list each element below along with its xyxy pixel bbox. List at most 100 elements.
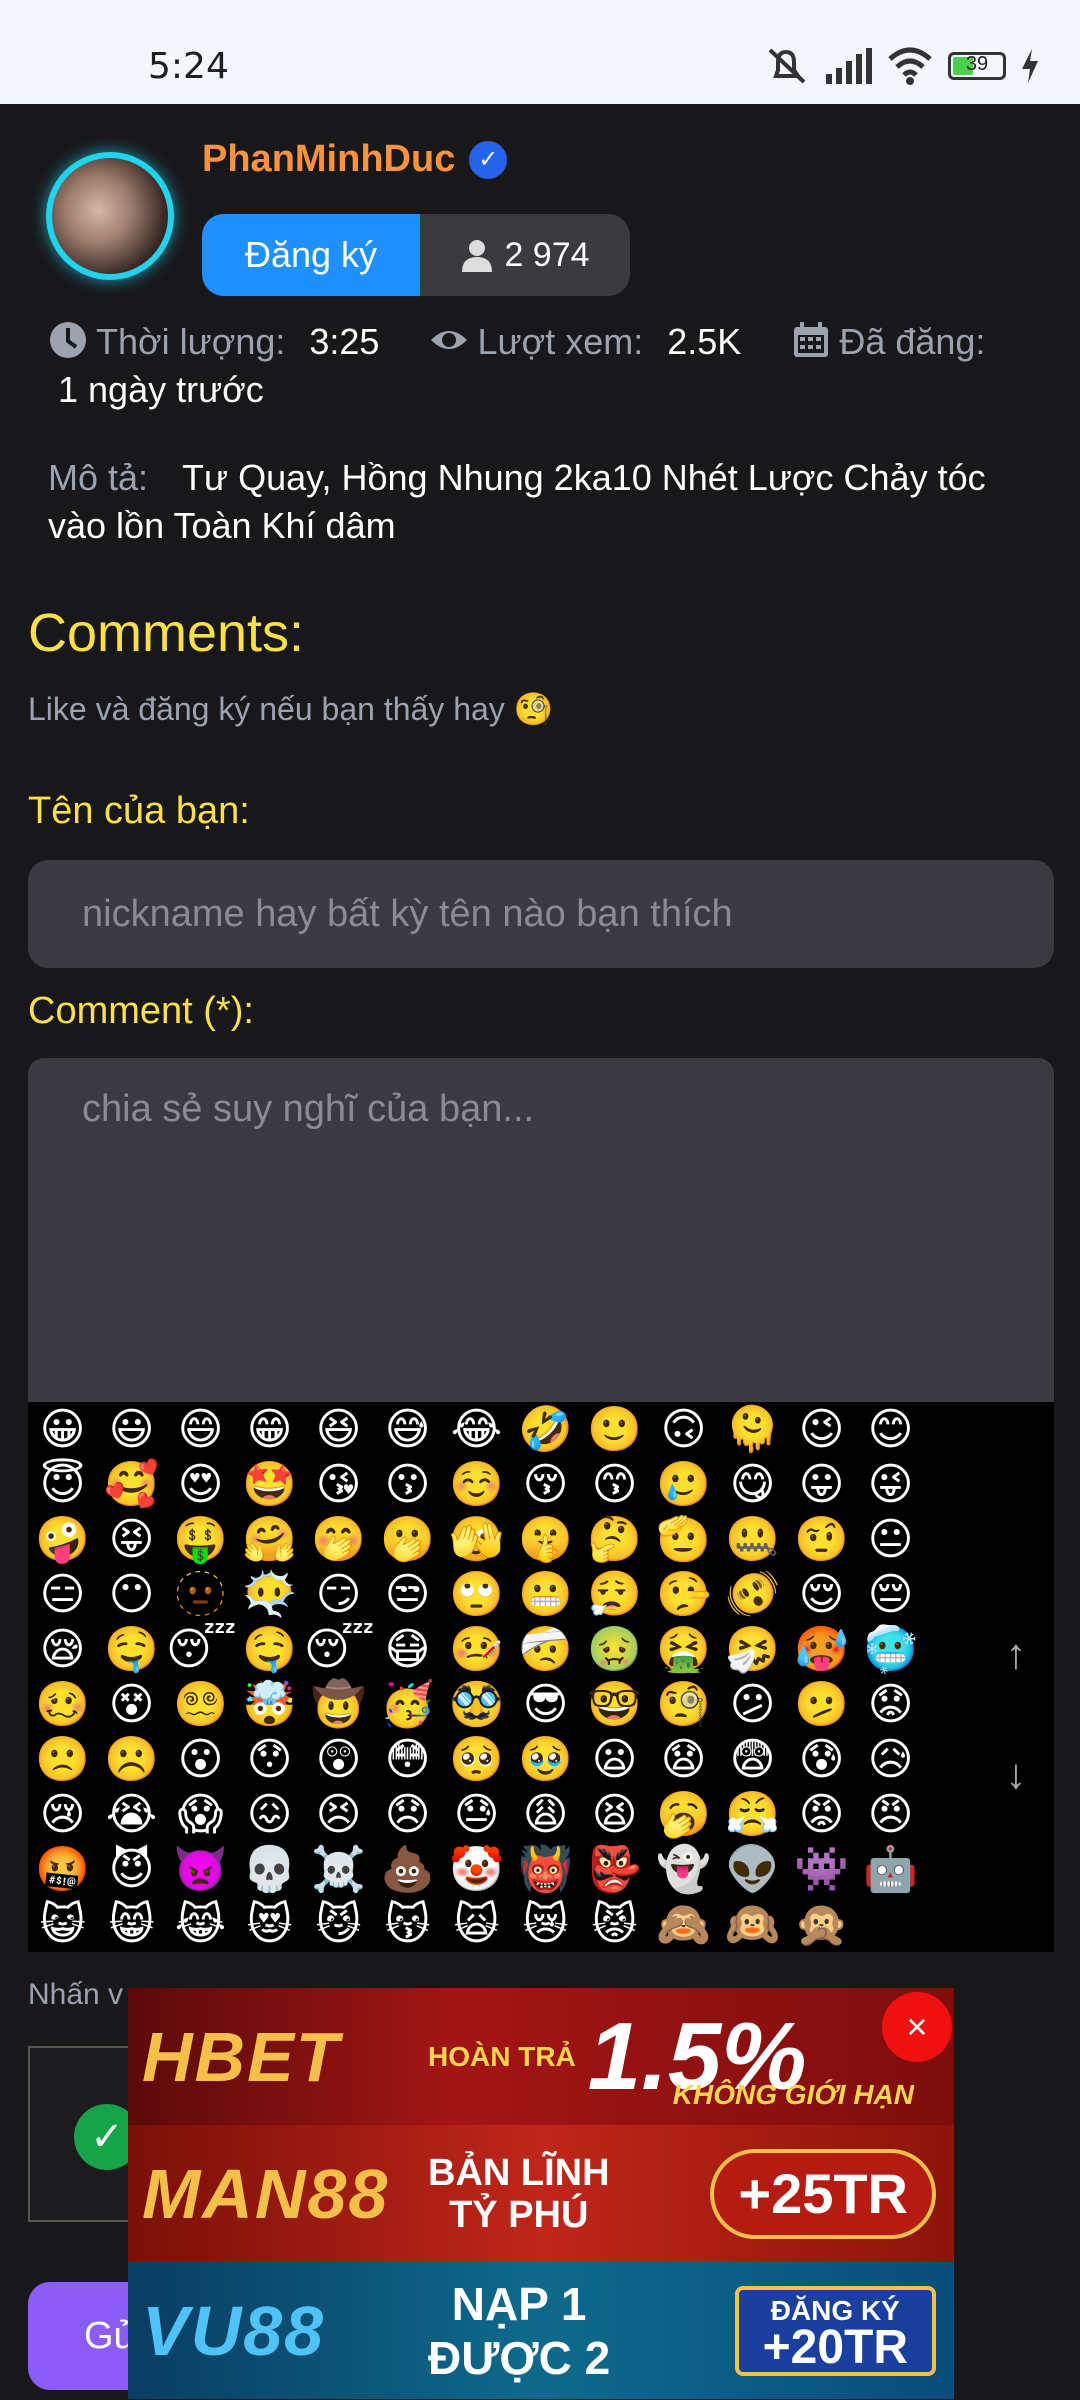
emoji-item[interactable]: 🥳 bbox=[373, 1677, 442, 1732]
emoji-item[interactable]: 😴 bbox=[166, 1622, 237, 1677]
emoji-item[interactable]: 😄 bbox=[166, 1402, 235, 1457]
ad-man88[interactable]: MAN88 BẢN LĨNH TỶ PHÚ +25TR bbox=[128, 2125, 954, 2262]
emoji-item[interactable]: 🤬 bbox=[28, 1842, 97, 1897]
emoji-item[interactable]: 😢 bbox=[28, 1787, 97, 1842]
emoji-item[interactable]: 😎 bbox=[511, 1677, 580, 1732]
emoji-item[interactable]: 🥰 bbox=[97, 1457, 166, 1512]
emoji-item[interactable]: 🙂 bbox=[580, 1402, 649, 1457]
channel-avatar[interactable] bbox=[46, 152, 174, 280]
emoji-item[interactable]: 🤭 bbox=[304, 1512, 373, 1567]
emoji-item[interactable]: 😘 bbox=[304, 1457, 373, 1512]
emoji-item[interactable]: 🤤 bbox=[97, 1622, 166, 1677]
emoji-item[interactable]: 😜 bbox=[856, 1457, 925, 1512]
close-ad-button[interactable]: × bbox=[882, 1992, 952, 2062]
emoji-item[interactable]: 😏 bbox=[304, 1567, 373, 1622]
emoji-item[interactable]: 😕 bbox=[718, 1677, 787, 1732]
emoji-item[interactable]: 😥 bbox=[856, 1732, 925, 1787]
emoji-item[interactable]: 🤐 bbox=[718, 1512, 787, 1567]
emoji-item[interactable]: 😸 bbox=[97, 1897, 166, 1952]
emoji-item[interactable]: 🤮 bbox=[649, 1622, 718, 1677]
emoji-item[interactable]: 😖 bbox=[235, 1787, 304, 1842]
emoji-item[interactable]: 😞 bbox=[373, 1787, 442, 1842]
emoji-item[interactable]: 🥱 bbox=[649, 1787, 718, 1842]
emoji-item[interactable]: 🤪 bbox=[28, 1512, 97, 1567]
channel-name-text[interactable]: PhanMinhDuc bbox=[202, 138, 455, 181]
emoji-item[interactable]: 😾 bbox=[580, 1897, 649, 1952]
emoji-item[interactable]: 🤣 bbox=[511, 1402, 580, 1457]
emoji-item[interactable]: 😫 bbox=[580, 1787, 649, 1842]
emoji-item[interactable]: 🥹 bbox=[511, 1732, 580, 1787]
emoji-item[interactable]: 😻 bbox=[235, 1897, 304, 1952]
emoji-item[interactable]: 🙊 bbox=[787, 1897, 856, 1952]
emoji-item[interactable]: 🥺 bbox=[442, 1732, 511, 1787]
emoji-item[interactable]: 😤 bbox=[718, 1787, 787, 1842]
emoji-item[interactable]: 👺 bbox=[580, 1842, 649, 1897]
emoji-item[interactable]: 😋 bbox=[718, 1457, 787, 1512]
emoji-item[interactable]: 🥵 bbox=[787, 1622, 856, 1677]
emoji-item[interactable]: 😉 bbox=[787, 1402, 856, 1457]
emoji-item[interactable]: 😪 bbox=[28, 1622, 97, 1677]
emoji-item[interactable]: 😍 bbox=[166, 1457, 235, 1512]
emoji-item[interactable]: 👽 bbox=[718, 1842, 787, 1897]
emoji-item[interactable]: 🫡 bbox=[649, 1512, 718, 1567]
emoji-item[interactable]: ☠️ bbox=[304, 1842, 373, 1897]
emoji-item[interactable]: 😟 bbox=[856, 1677, 925, 1732]
emoji-item[interactable]: 😲 bbox=[304, 1732, 373, 1787]
emoji-item[interactable]: 😊 bbox=[856, 1402, 925, 1457]
emoji-item[interactable]: 😌 bbox=[787, 1567, 856, 1622]
emoji-item[interactable]: 😶‍🌫️ bbox=[235, 1567, 304, 1622]
emoji-item[interactable]: 🤗 bbox=[235, 1512, 304, 1567]
emoji-item[interactable]: 🫥 bbox=[166, 1567, 235, 1622]
emoji-item[interactable]: 😃 bbox=[97, 1402, 166, 1457]
emoji-item[interactable]: 😅 bbox=[373, 1402, 442, 1457]
emoji-item[interactable]: ☺️ bbox=[442, 1457, 511, 1512]
emoji-item[interactable]: 🙈 bbox=[649, 1897, 718, 1952]
emoji-item[interactable]: 🫢 bbox=[373, 1512, 442, 1567]
emoji-item[interactable]: 🧐 bbox=[649, 1677, 718, 1732]
emoji-item[interactable]: 😓 bbox=[442, 1787, 511, 1842]
comment-input[interactable] bbox=[28, 1058, 1054, 1402]
ad-hbet[interactable]: HBET HOÀN TRẢ 1.5% KHÔNG GIỚI HẠN × bbox=[128, 1988, 954, 2125]
emoji-item[interactable]: 🥴 bbox=[28, 1677, 97, 1732]
emoji-item[interactable]: 💀 bbox=[235, 1842, 304, 1897]
emoji-item[interactable]: 😩 bbox=[511, 1787, 580, 1842]
emoji-item[interactable]: 😚 bbox=[511, 1457, 580, 1512]
emoji-item[interactable]: 🤥 bbox=[649, 1567, 718, 1622]
emoji-item[interactable]: 😣 bbox=[304, 1787, 373, 1842]
emoji-item[interactable]: 😶 bbox=[97, 1567, 166, 1622]
emoji-item[interactable]: 😗 bbox=[373, 1457, 442, 1512]
emoji-item[interactable]: 🙉 bbox=[718, 1897, 787, 1952]
emoji-item[interactable]: 😿 bbox=[511, 1897, 580, 1952]
emoji-item[interactable]: 🤨 bbox=[787, 1512, 856, 1567]
emoji-item[interactable]: 👾 bbox=[787, 1842, 856, 1897]
emoji-item[interactable]: 😡 bbox=[787, 1787, 856, 1842]
emoji-item[interactable]: 😝 bbox=[97, 1512, 166, 1567]
emoji-item[interactable]: 🤑 bbox=[166, 1512, 235, 1567]
emoji-item[interactable]: 😷 bbox=[373, 1622, 442, 1677]
emoji-item[interactable]: 😔 bbox=[856, 1567, 925, 1622]
emoji-item[interactable]: 🤫 bbox=[511, 1512, 580, 1567]
emoji-item[interactable]: 😐 bbox=[856, 1512, 925, 1567]
emoji-item[interactable]: 🙄 bbox=[442, 1567, 511, 1622]
ad-vu88[interactable]: VU88 NẠP 1 ĐƯỢC 2 ĐĂNG KÝ +20TR bbox=[128, 2262, 954, 2399]
emoji-item[interactable]: 💩 bbox=[373, 1842, 442, 1897]
emoji-item[interactable]: 🤡 bbox=[442, 1842, 511, 1897]
emoji-item[interactable]: 😬 bbox=[511, 1567, 580, 1622]
emoji-item[interactable]: 😴 bbox=[304, 1622, 375, 1677]
subscribe-button[interactable]: Đăng ký bbox=[202, 214, 420, 296]
emoji-item[interactable]: 😠 bbox=[856, 1787, 925, 1842]
channel-name[interactable]: PhanMinhDuc ✓ bbox=[202, 138, 508, 181]
emoji-item[interactable]: 😺 bbox=[28, 1897, 97, 1952]
emoji-item[interactable]: 🥶 bbox=[856, 1622, 925, 1677]
emoji-item[interactable]: 😙 bbox=[580, 1457, 649, 1512]
emoji-item[interactable]: 🤠 bbox=[304, 1677, 373, 1732]
emoji-item[interactable]: 😹 bbox=[166, 1897, 235, 1952]
emoji-item[interactable]: 🤤 bbox=[235, 1622, 304, 1677]
emoji-item[interactable]: 👻 bbox=[649, 1842, 718, 1897]
emoji-item[interactable]: 😵‍💫 bbox=[166, 1677, 235, 1732]
emoji-item[interactable]: 😨 bbox=[718, 1732, 787, 1787]
emoji-item[interactable]: 😮 bbox=[166, 1732, 235, 1787]
emoji-item[interactable]: 😁 bbox=[235, 1402, 304, 1457]
scroll-down-icon[interactable]: ↓ bbox=[988, 1750, 1044, 1798]
emoji-item[interactable]: 😆 bbox=[304, 1402, 373, 1457]
